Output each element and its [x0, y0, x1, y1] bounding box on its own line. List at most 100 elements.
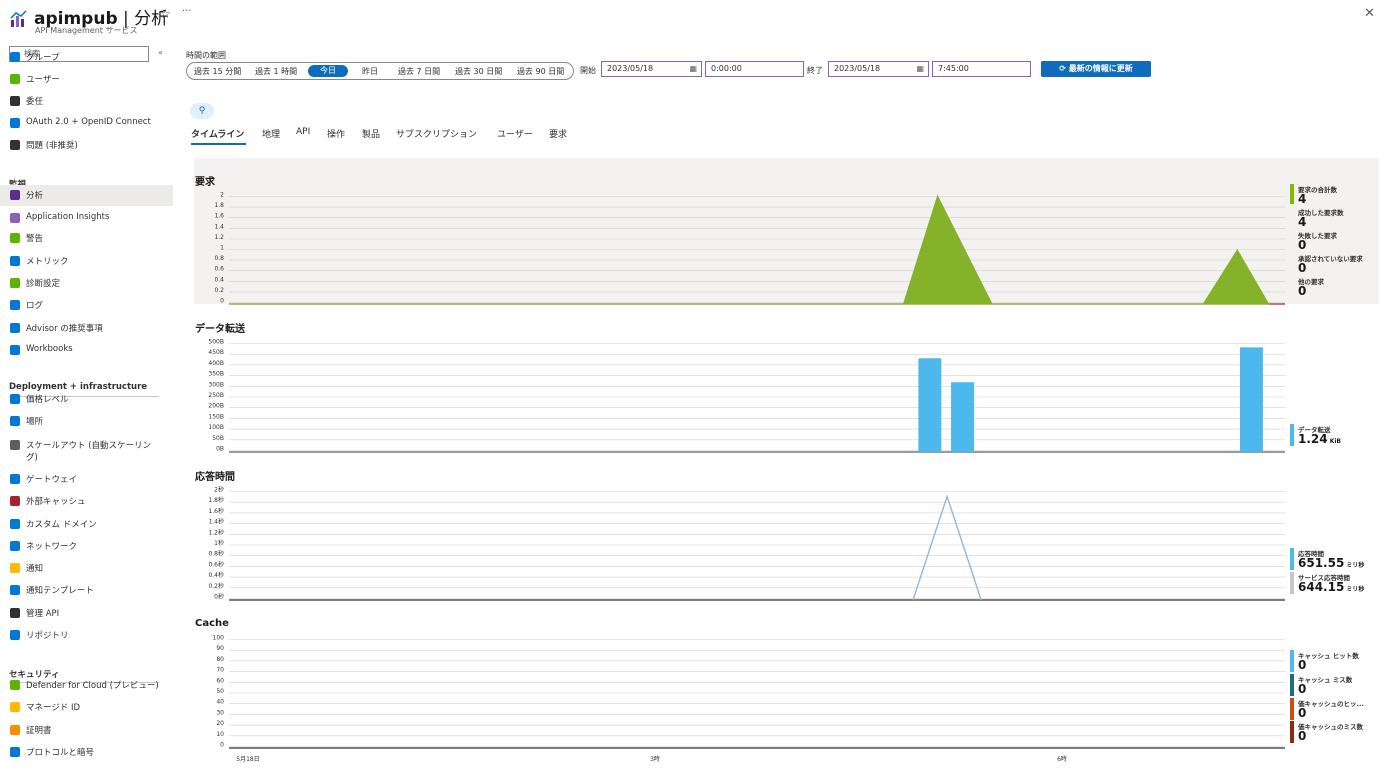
tab-item[interactable]: 要求 [549, 127, 567, 140]
legend-unit: KiB [1327, 438, 1341, 445]
legend-color-swatch [1290, 721, 1294, 743]
y-tick-label: 0.6 [214, 266, 224, 273]
y-tick-label: 0.4 [214, 276, 224, 283]
legend-value: 4 [1298, 215, 1306, 229]
legend-value-number: 0 [1298, 238, 1307, 252]
y-tick-label: 350B [208, 371, 224, 378]
legend-unit: ミリ秒 [1344, 586, 1365, 593]
legend-value: 0 [1298, 284, 1306, 298]
y-tick-label: 10 [216, 731, 224, 738]
legend-name: キャッシュ ヒット数 [1298, 652, 1359, 660]
y-tick-label: 60 [216, 677, 224, 684]
transfer-bar [951, 382, 975, 452]
tab-item[interactable]: 操作 [327, 127, 345, 140]
legend-value: 0 [1298, 658, 1306, 672]
y-tick-label: 0B [216, 446, 224, 453]
y-tick-label: 1秒 [214, 539, 224, 547]
legend-value: 0 [1298, 729, 1306, 743]
y-tick-label: 50 [216, 688, 224, 695]
tab-item[interactable]: ユーザー [497, 127, 533, 140]
charts-canvas: 0 0.2 0.4 0.6 0.8 1 1.2 1.4 1.6 1.8 2 0B 50B 100B 150B… [208, 192, 1285, 763]
legend-color-swatch [1290, 572, 1294, 594]
y-tick-label: 1 [220, 245, 224, 252]
y-tick-label: 1.4秒 [208, 518, 224, 526]
y-tick-label: 500B [208, 339, 224, 346]
transfer-bar [1239, 347, 1263, 452]
response-time-line [912, 494, 982, 601]
legend-color-swatch [1290, 424, 1294, 446]
y-tick-label: 0.2秒 [208, 582, 224, 590]
legend-color-swatch [1290, 650, 1294, 672]
y-tick-label: 0.6秒 [208, 560, 224, 568]
transfer-bar [918, 358, 942, 452]
tab-item[interactable]: 製品 [362, 127, 380, 140]
legend-value-number: 0 [1298, 729, 1307, 743]
legend-value-number: 0 [1298, 284, 1307, 298]
legend-name: 価キャッシュのミス数 [1298, 723, 1363, 731]
requests-area [229, 194, 1270, 305]
y-tick-label: 20 [216, 720, 224, 727]
legend-value-number: 0 [1298, 706, 1307, 720]
y-tick-label: 1.6 [214, 213, 224, 220]
y-tick-label: 1.8 [214, 202, 224, 209]
tab-item[interactable]: サブスクリプション [396, 127, 477, 140]
y-tick-label: 50B [212, 435, 224, 442]
y-tick-label: 0 [220, 298, 224, 305]
y-tick-label: 0.2 [214, 287, 224, 294]
legend-value-number: 0 [1298, 658, 1307, 672]
y-tick-label: 0秒 [214, 593, 224, 601]
y-tick-label: 300B [208, 381, 224, 388]
legend-name: 承認されていない要求 [1298, 255, 1363, 263]
y-tick-label: 0.8秒 [208, 550, 224, 558]
y-tick-label: 1.2 [214, 234, 224, 241]
y-tick-label: 200B [208, 403, 224, 410]
legend-value: 644.15 ミリ秒 [1298, 580, 1364, 594]
x-tick-label: 6時 [1057, 755, 1067, 763]
y-tick-label: 400B [208, 360, 224, 367]
y-tick-label: 1.4 [214, 223, 224, 230]
y-tick-label: 30 [216, 709, 224, 716]
legend-value: 1.24 KiB [1298, 432, 1341, 446]
y-tick-label: 2 [220, 192, 224, 199]
legend-name: 価キャッシュのヒッ... [1298, 700, 1364, 708]
y-tick-label: 250B [208, 392, 224, 399]
legend-value-number: 0 [1298, 261, 1307, 275]
y-tick-label: 1.2秒 [208, 528, 224, 536]
tab-item[interactable]: API [296, 127, 310, 137]
y-tick-label: 0.8 [214, 255, 224, 262]
legend-value-number: 1.24 [1298, 432, 1328, 446]
legend-value: 0 [1298, 682, 1306, 696]
legend-color-swatch [1290, 698, 1294, 720]
legend-value-number: 651.55 [1298, 556, 1345, 570]
legend-unit: ミリ秒 [1344, 562, 1365, 569]
x-tick-label: 3時 [650, 755, 660, 763]
y-tick-label: 150B [208, 413, 224, 420]
tab-item[interactable]: タイムライン [191, 127, 244, 140]
y-tick-label: 1.6秒 [208, 507, 224, 515]
y-tick-label: 100 [213, 635, 225, 642]
legend-value: 4 [1298, 192, 1306, 206]
legend-value: 0 [1298, 238, 1306, 252]
legend-value: 0 [1298, 706, 1306, 720]
y-tick-label: 90 [216, 645, 224, 652]
y-tick-label: 1.8秒 [208, 496, 224, 504]
legend-color-swatch [1290, 548, 1294, 570]
legend-value: 0 [1298, 261, 1306, 275]
y-tick-label: 0 [220, 742, 224, 749]
y-tick-label: 100B [208, 424, 224, 431]
legend-color-swatch [1290, 184, 1294, 204]
tab-item[interactable]: 地理 [262, 127, 280, 140]
y-tick-label: 0.4秒 [208, 571, 224, 579]
legend-value: 651.55 ミリ秒 [1298, 556, 1364, 570]
y-tick-label: 40 [216, 699, 224, 706]
x-tick-label: 5月18日 [236, 756, 259, 763]
y-tick-label: 2秒 [214, 486, 224, 494]
legend-color-swatch [1290, 674, 1294, 696]
legend-value-number: 644.15 [1298, 580, 1345, 594]
legend-value-number: 4 [1298, 192, 1307, 206]
legend-value-number: 0 [1298, 682, 1307, 696]
y-tick-label: 70 [216, 667, 224, 674]
legend-value-number: 4 [1298, 215, 1307, 229]
y-tick-label: 450B [208, 349, 224, 356]
y-tick-label: 80 [216, 656, 224, 663]
